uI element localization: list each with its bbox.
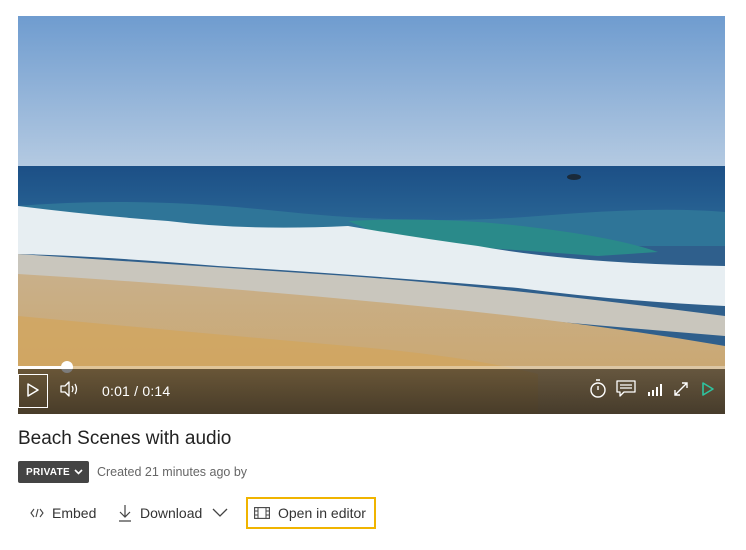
playback-speed-icon [589, 379, 607, 403]
open-in-editor-label: Open in editor [278, 505, 366, 521]
captions-button[interactable] [615, 378, 637, 404]
quality-icon [647, 382, 663, 401]
player-controls: 0:01 / 0:14 [18, 369, 725, 414]
chevron-down-icon [212, 508, 228, 518]
video-frame[interactable] [18, 16, 725, 414]
film-icon [254, 507, 270, 519]
video-meta: PRIVATE Created 21 minutes ago by [18, 461, 247, 483]
privacy-label: PRIVATE [26, 466, 70, 478]
playback-speed-button[interactable] [588, 378, 608, 404]
chevron-down-icon [74, 469, 83, 475]
video-title: Beach Scenes with audio [18, 428, 232, 449]
volume-button[interactable] [58, 377, 84, 405]
duration: 0:14 [142, 383, 171, 399]
play-button[interactable] [18, 374, 48, 408]
time-display: 0:01 / 0:14 [102, 383, 170, 399]
privacy-dropdown[interactable]: PRIVATE [18, 461, 89, 483]
next-button[interactable] [698, 378, 718, 404]
download-button[interactable]: Download [118, 500, 228, 526]
download-label: Download [140, 505, 203, 521]
quality-button[interactable] [645, 378, 665, 404]
fullscreen-icon [673, 381, 689, 401]
created-info: Created 21 minutes ago by [96, 465, 248, 479]
download-icon [118, 504, 132, 522]
video-player[interactable]: 0:01 / 0:14 [18, 16, 725, 414]
captions-icon [616, 380, 636, 402]
embed-label: Embed [52, 505, 97, 521]
embed-button[interactable]: Embed [30, 500, 96, 526]
play-icon [27, 382, 39, 401]
current-time: 0:01 [102, 383, 131, 399]
volume-icon [60, 381, 82, 401]
fullscreen-button[interactable] [671, 378, 691, 404]
next-icon [701, 381, 715, 401]
code-icon [30, 508, 44, 518]
open-in-editor-button[interactable]: Open in editor [246, 497, 376, 529]
